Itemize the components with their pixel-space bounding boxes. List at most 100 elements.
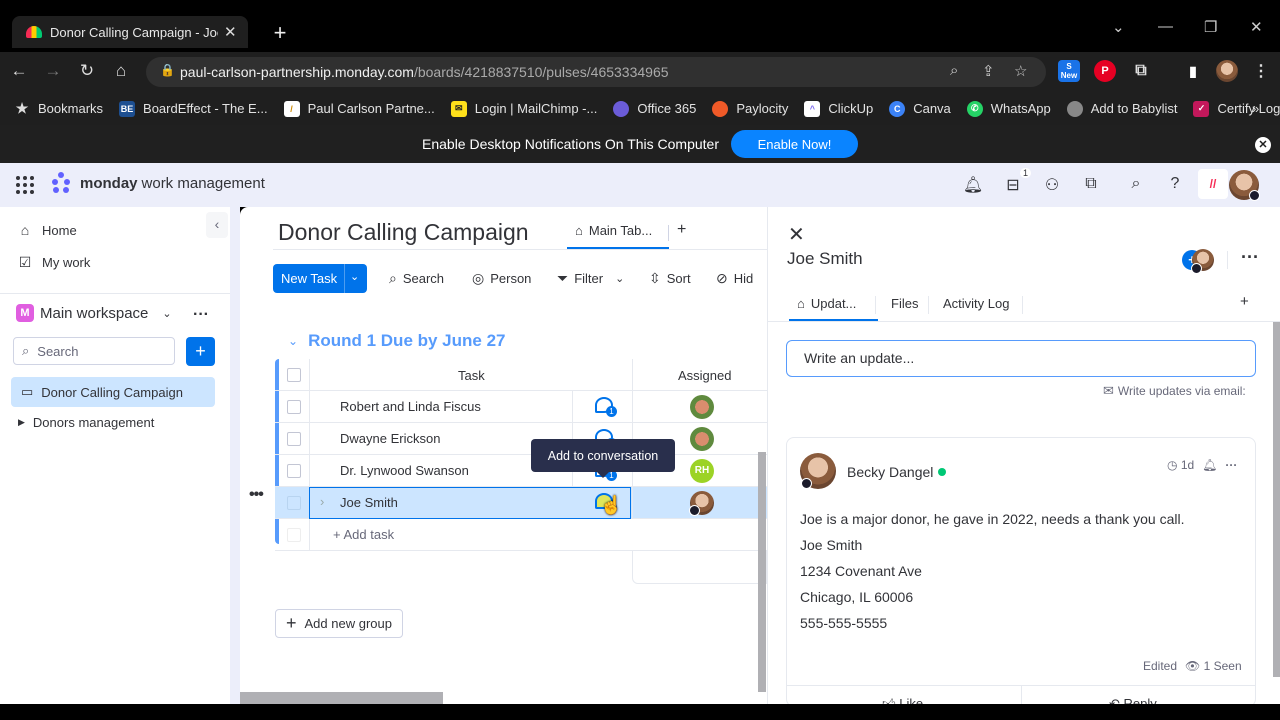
sidebar-item-home[interactable]: ⌂ Home <box>16 222 77 238</box>
reload-icon[interactable]: ↻ <box>76 61 98 81</box>
chevron-down-icon[interactable]: ⌄ <box>350 270 359 283</box>
restore-button[interactable]: ❐ <box>1204 18 1217 36</box>
tab-updates[interactable]: ⌂ Updat... <box>797 296 856 311</box>
select-all-checkbox[interactable] <box>287 368 301 382</box>
conversation-icon[interactable]: 1 <box>595 397 617 417</box>
collapse-sidebar-button[interactable]: ‹ <box>206 212 228 238</box>
bookmark-item[interactable]: ^ ClickUp <box>804 100 873 117</box>
add-task-row[interactable]: + Add task <box>275 519 767 551</box>
side-panel-icon[interactable]: ▮ <box>1182 60 1204 82</box>
chevron-down-icon[interactable]: ⌄ <box>615 272 624 285</box>
search-button[interactable]: ⌕ Search <box>389 270 444 287</box>
bookmark-item[interactable]: C Canva <box>889 100 951 117</box>
profile-avatar[interactable] <box>1216 60 1238 82</box>
add-view-button[interactable]: + <box>677 221 686 239</box>
notifications-bell-icon[interactable]: 🔔︎ <box>962 175 984 195</box>
row-checkbox[interactable] <box>287 496 301 510</box>
tab-activity-log[interactable]: Activity Log <box>943 296 1009 311</box>
enable-now-button[interactable]: Enable Now! <box>731 130 858 158</box>
bookmark-item[interactable]: ✓ Certify Login <box>1193 100 1280 117</box>
back-icon[interactable]: ← <box>8 61 30 81</box>
sort-button[interactable]: ⇳ Sort <box>649 270 691 287</box>
task-name[interactable]: Robert and Linda Fiscus <box>340 399 481 414</box>
item-title[interactable]: Joe Smith <box>787 249 863 269</box>
workspace-more-icon[interactable]: ··· <box>193 306 209 324</box>
bookmark-item[interactable]: ★ Bookmarks <box>14 100 103 117</box>
row-checkbox[interactable] <box>287 432 301 446</box>
zoom-icon[interactable]: ⌕ <box>950 62 958 79</box>
home-icon[interactable]: ⌂ <box>110 61 132 81</box>
chrome-menu-icon[interactable]: ⋮ <box>1250 60 1272 82</box>
close-tab-icon[interactable]: ✕ <box>224 23 237 41</box>
table-row[interactable]: Robert and Linda Fiscus 1 <box>275 391 767 423</box>
vertical-scrollbar[interactable] <box>758 452 766 692</box>
assignee-initials-avatar[interactable]: RH <box>690 459 714 483</box>
row-checkbox[interactable] <box>287 400 301 414</box>
inbox-icon[interactable]: ⊟ <box>1002 175 1024 195</box>
sidebar-item-my-work[interactable]: ☑ My work <box>16 254 91 271</box>
chevron-down-icon[interactable]: ⌄ <box>288 334 298 348</box>
search-icon[interactable]: ⌕ <box>1125 175 1147 193</box>
table-row[interactable]: Dwayne Erickson 1 <box>275 423 767 455</box>
column-header-assigned[interactable]: Assigned <box>678 368 731 383</box>
author-name[interactable]: Becky Dangel <box>847 464 947 480</box>
extensions-puzzle-icon[interactable]: ⧉ <box>1130 60 1152 82</box>
table-row-selected[interactable]: › Joe Smith 1 <box>275 487 767 519</box>
bookmark-item[interactable]: / Paul Carlson Partne... <box>283 100 435 117</box>
forward-icon[interactable]: → <box>42 61 64 81</box>
sidebar-search-input[interactable]: ⌕ Search <box>13 337 175 365</box>
bookmark-item[interactable]: ✉ Login | MailChimp -... <box>450 100 597 117</box>
tab-search-icon[interactable]: ⌄ <box>1112 18 1125 36</box>
tab-files[interactable]: Files <box>891 296 918 311</box>
sidebar-board-donor-calling-campaign[interactable]: ▭ Donor Calling Campaign <box>11 377 215 407</box>
group-title[interactable]: ⌄ Round 1 Due by June 27 <box>288 331 506 351</box>
app-switcher-icon[interactable] <box>16 176 34 194</box>
new-task-button[interactable]: New Task ⌄ <box>273 264 367 293</box>
task-name[interactable]: Dr. Lynwood Swanson <box>340 463 469 478</box>
write-update-input[interactable]: Write an update... <box>786 340 1256 377</box>
help-icon[interactable]: ? <box>1164 175 1186 193</box>
add-board-button[interactable]: + <box>186 337 215 366</box>
column-header-task[interactable]: Task <box>458 368 485 383</box>
workspace-selector[interactable]: M Main workspace ⌄ <box>16 304 172 322</box>
bookmark-item[interactable]: Office 365 <box>613 100 696 117</box>
share-icon[interactable]: ⇪ <box>982 62 995 80</box>
table-row[interactable]: Dr. Lynwood Swanson 1 RH <box>275 455 767 487</box>
filter-button[interactable]: ⏷ Filter ⌄ <box>557 270 624 287</box>
browser-tab[interactable]: Donor Calling Campaign - Joe Smith ✕ <box>12 16 248 48</box>
add-task-input[interactable]: + Add task <box>333 527 394 542</box>
bell-icon[interactable]: 🔔︎ <box>1202 458 1217 472</box>
bookmark-item[interactable]: ✆ WhatsApp <box>966 100 1051 117</box>
bookmark-item[interactable]: BE BoardEffect - The E... <box>119 100 268 117</box>
bookmark-item[interactable]: Paylocity <box>712 100 788 117</box>
close-window-button[interactable]: ✕ <box>1250 18 1263 36</box>
address-bar[interactable]: 🔒 paul-carlson-partnership.monday.com/bo… <box>146 57 1046 87</box>
hide-button[interactable]: ⊘ Hid <box>716 270 753 287</box>
horizontal-scrollbar[interactable] <box>240 692 443 704</box>
more-bookmarks-button[interactable]: » <box>1252 101 1259 116</box>
task-name[interactable]: Dwayne Erickson <box>340 431 440 446</box>
bookmark-item[interactable]: Add to Babylist <box>1066 100 1177 117</box>
minimize-button[interactable]: — <box>1158 18 1173 35</box>
post-more-icon[interactable]: ··· <box>1225 458 1237 472</box>
close-banner-icon[interactable]: ✕ <box>1255 137 1271 153</box>
assignee-avatar[interactable] <box>690 395 714 419</box>
assignee-avatar[interactable] <box>690 427 714 451</box>
email-updates-link[interactable]: ✉ Write updates via email: <box>1103 383 1246 399</box>
panel-more-icon[interactable]: ··· <box>1241 247 1259 268</box>
add-new-group-button[interactable]: + Add new group <box>275 609 403 638</box>
panel-scrollbar[interactable] <box>1273 322 1280 677</box>
person-filter-button[interactable]: ◎ Person <box>472 270 531 287</box>
bookmark-star-icon[interactable]: ☆ <box>1014 62 1027 80</box>
row-checkbox[interactable] <box>287 464 301 478</box>
new-tab-button[interactable]: + <box>268 20 292 46</box>
extension-new-icon[interactable]: S New <box>1058 60 1080 82</box>
sidebar-folder-donors-management[interactable]: ▶ Donors management <box>18 415 154 430</box>
add-tab-button[interactable]: + <box>1240 293 1249 310</box>
pinterest-icon[interactable]: P <box>1094 60 1116 82</box>
invite-members-icon[interactable]: ⚇ <box>1041 175 1063 195</box>
apps-puzzle-icon[interactable]: ⧉ <box>1080 175 1102 193</box>
close-panel-icon[interactable]: ✕ <box>788 222 805 247</box>
tab-main-table[interactable]: ⌂ Main Tab... <box>575 223 652 238</box>
row-menu-icon[interactable]: ••• <box>249 486 264 504</box>
